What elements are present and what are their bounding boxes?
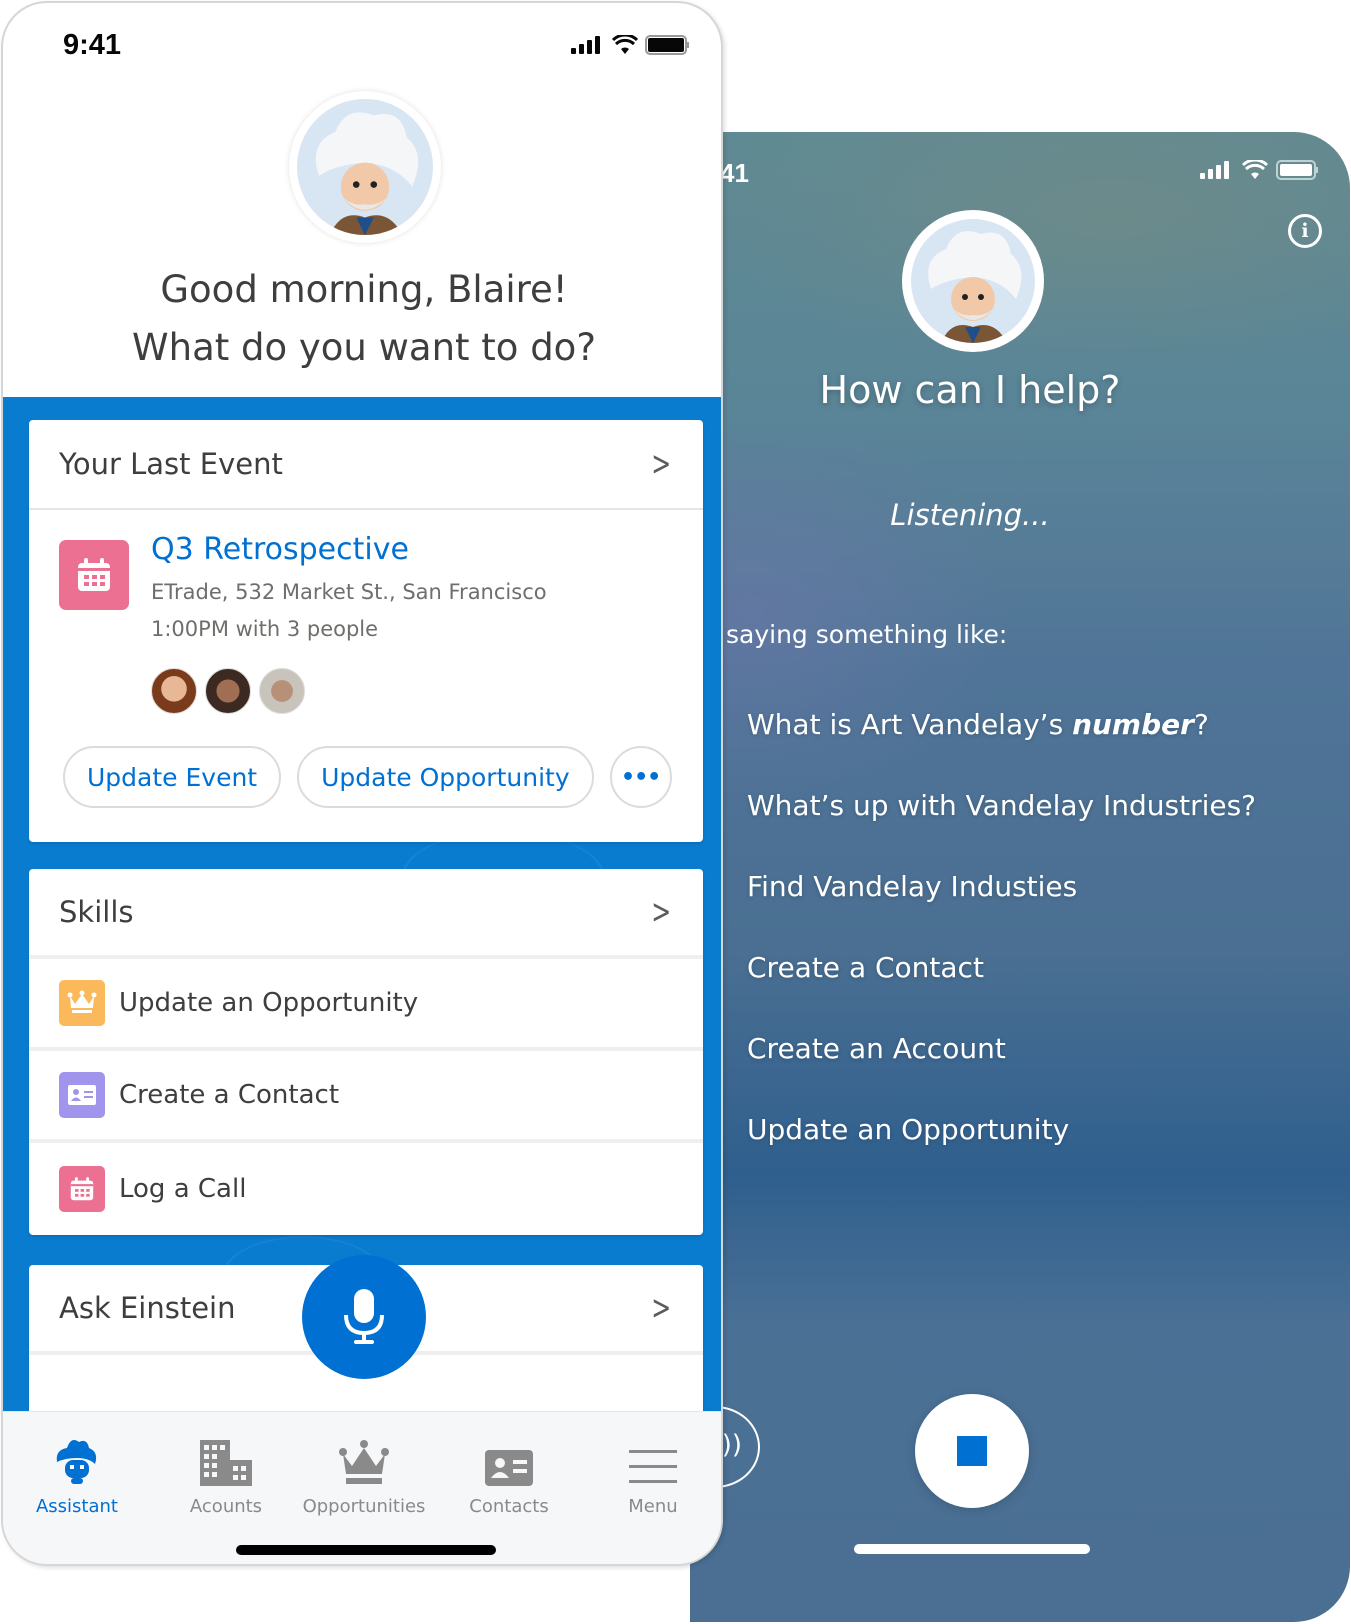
einstein-avatar: [902, 210, 1044, 352]
chevron-right-icon: >: [650, 892, 671, 932]
suggestion-hint: saying something like:: [726, 620, 1008, 649]
tab-label: Menu: [628, 1496, 678, 1517]
signal-icon: [571, 36, 600, 54]
battery-icon: [645, 35, 689, 55]
attendee-list: [151, 668, 305, 714]
calendar-icon: [59, 540, 129, 610]
suggestion-emphasis: number: [1072, 708, 1194, 741]
einstein-tab-icon: [56, 1440, 97, 1484]
wifi-icon: [612, 35, 638, 54]
einstein-avatar: [289, 91, 441, 243]
event-time: 1:00PM with 3 people: [151, 617, 379, 641]
skills-header[interactable]: Skills >: [29, 869, 703, 959]
info-icon[interactable]: i: [1288, 214, 1322, 248]
tab-menu[interactable]: Menu: [583, 1426, 721, 1517]
avatar[interactable]: [259, 668, 305, 714]
suggestion-text-end: ?: [1193, 708, 1209, 741]
suggestion-item[interactable]: Create a Contact: [747, 949, 1256, 1030]
suggestion-item[interactable]: What is Art Vandelay’s number?: [747, 706, 1256, 787]
wifi-icon: [1242, 160, 1268, 179]
assistant-home-screen: 9:41 Good morning, Blaire! What do you w…: [1, 1, 723, 1566]
status-bar-icons: [1200, 160, 1320, 180]
microphone-icon: [344, 1289, 384, 1344]
suggestion-item[interactable]: Find Vandelay Industies: [747, 868, 1256, 949]
voice-assistant-screen: 41 i How can I help? Listening... saying…: [690, 132, 1350, 1622]
suggestion-text: What’s up with Vandelay Industries?: [747, 789, 1257, 822]
home-indicator[interactable]: [854, 1544, 1090, 1554]
speaker-icon: )): [721, 1430, 742, 1460]
greeting-line: Good morning, Blaire!: [160, 268, 568, 311]
building-icon: [200, 1440, 252, 1486]
contact-card-icon: [485, 1450, 533, 1486]
event-title-link[interactable]: Q3 Retrospective: [151, 532, 409, 567]
skill-label: Log a Call: [119, 1174, 247, 1204]
suggestion-item[interactable]: Update an Opportunity: [747, 1111, 1256, 1192]
skill-label: Create a Contact: [119, 1080, 340, 1110]
chevron-right-icon: >: [650, 1288, 671, 1328]
help-title: How can I help?: [819, 368, 1121, 412]
update-opportunity-button[interactable]: Update Opportunity: [297, 746, 594, 808]
more-actions-button[interactable]: •••: [609, 746, 672, 808]
tab-accounts[interactable]: Acounts: [156, 1426, 296, 1517]
last-event-card: Your Last Event > Q3 Retrospective ETrad…: [29, 420, 703, 842]
last-event-header[interactable]: Your Last Event >: [29, 420, 703, 510]
card-title: Ask Einstein: [59, 1291, 236, 1325]
contact-card-icon: [59, 1072, 105, 1118]
event-actions: Update Event Update Opportunity •••: [63, 746, 672, 808]
card-title: Your Last Event: [59, 447, 283, 481]
chevron-right-icon: >: [650, 444, 671, 484]
avatar[interactable]: [151, 668, 197, 714]
hamburger-menu-icon: [629, 1450, 677, 1483]
status-bar-icons: [571, 35, 691, 55]
greeting: Good morning, Blaire! What do you want t…: [3, 261, 721, 377]
stop-listening-button[interactable]: [915, 1394, 1029, 1508]
einstein-icon: [928, 231, 1022, 343]
tab-label: Contacts: [469, 1496, 549, 1517]
tab-opportunities[interactable]: Opportunities: [294, 1426, 434, 1517]
avatar[interactable]: [205, 668, 251, 714]
skill-label: Update an Opportunity: [119, 988, 419, 1018]
update-event-button[interactable]: Update Event: [63, 746, 282, 808]
event-location: ETrade, 532 Market St., San Francisco: [151, 580, 547, 604]
suggestion-item[interactable]: What’s up with Vandelay Industries?: [747, 787, 1256, 868]
status-time: 9:41: [63, 29, 122, 61]
home-indicator[interactable]: [236, 1545, 496, 1555]
bottom-tab-bar: Assistant Acounts Opportunities Contacts…: [3, 1411, 721, 1564]
tab-label: Opportunities: [302, 1496, 426, 1517]
signal-icon: [1200, 161, 1229, 179]
listening-status: Listening...: [890, 498, 1050, 532]
status-time: 41: [720, 158, 749, 188]
skills-card: Skills > Update an Opportunity Create a …: [29, 869, 703, 1235]
card-title: Skills: [59, 895, 134, 929]
skill-log-call[interactable]: Log a Call: [29, 1143, 703, 1235]
suggestion-text: Update an Opportunity: [747, 1113, 1070, 1146]
suggestion-text: Create a Contact: [747, 951, 984, 984]
crown-icon: [339, 1440, 389, 1484]
stop-icon: [957, 1436, 987, 1466]
einstein-icon: [315, 112, 419, 235]
crown-icon: [59, 980, 105, 1026]
tab-assistant[interactable]: Assistant: [7, 1426, 147, 1517]
skill-create-contact[interactable]: Create a Contact: [29, 1051, 703, 1143]
skill-update-opportunity[interactable]: Update an Opportunity: [29, 959, 703, 1051]
suggestion-item[interactable]: Create an Account: [747, 1030, 1256, 1111]
tab-contacts[interactable]: Contacts: [439, 1426, 579, 1517]
battery-icon: [1276, 160, 1318, 180]
greeting-prompt: What do you want to do?: [132, 326, 596, 369]
suggestion-text: Find Vandelay Industies: [747, 870, 1078, 903]
suggestion-text: Create an Account: [747, 1032, 1006, 1065]
tab-label: Acounts: [189, 1496, 263, 1517]
tab-label: Assistant: [35, 1496, 118, 1517]
suggestion-list: What is Art Vandelay’s number? What’s up…: [747, 706, 1256, 1192]
voice-mic-button[interactable]: [302, 1255, 426, 1379]
suggestion-text: What is Art Vandelay’s: [747, 708, 1073, 741]
calendar-icon: [59, 1166, 105, 1212]
